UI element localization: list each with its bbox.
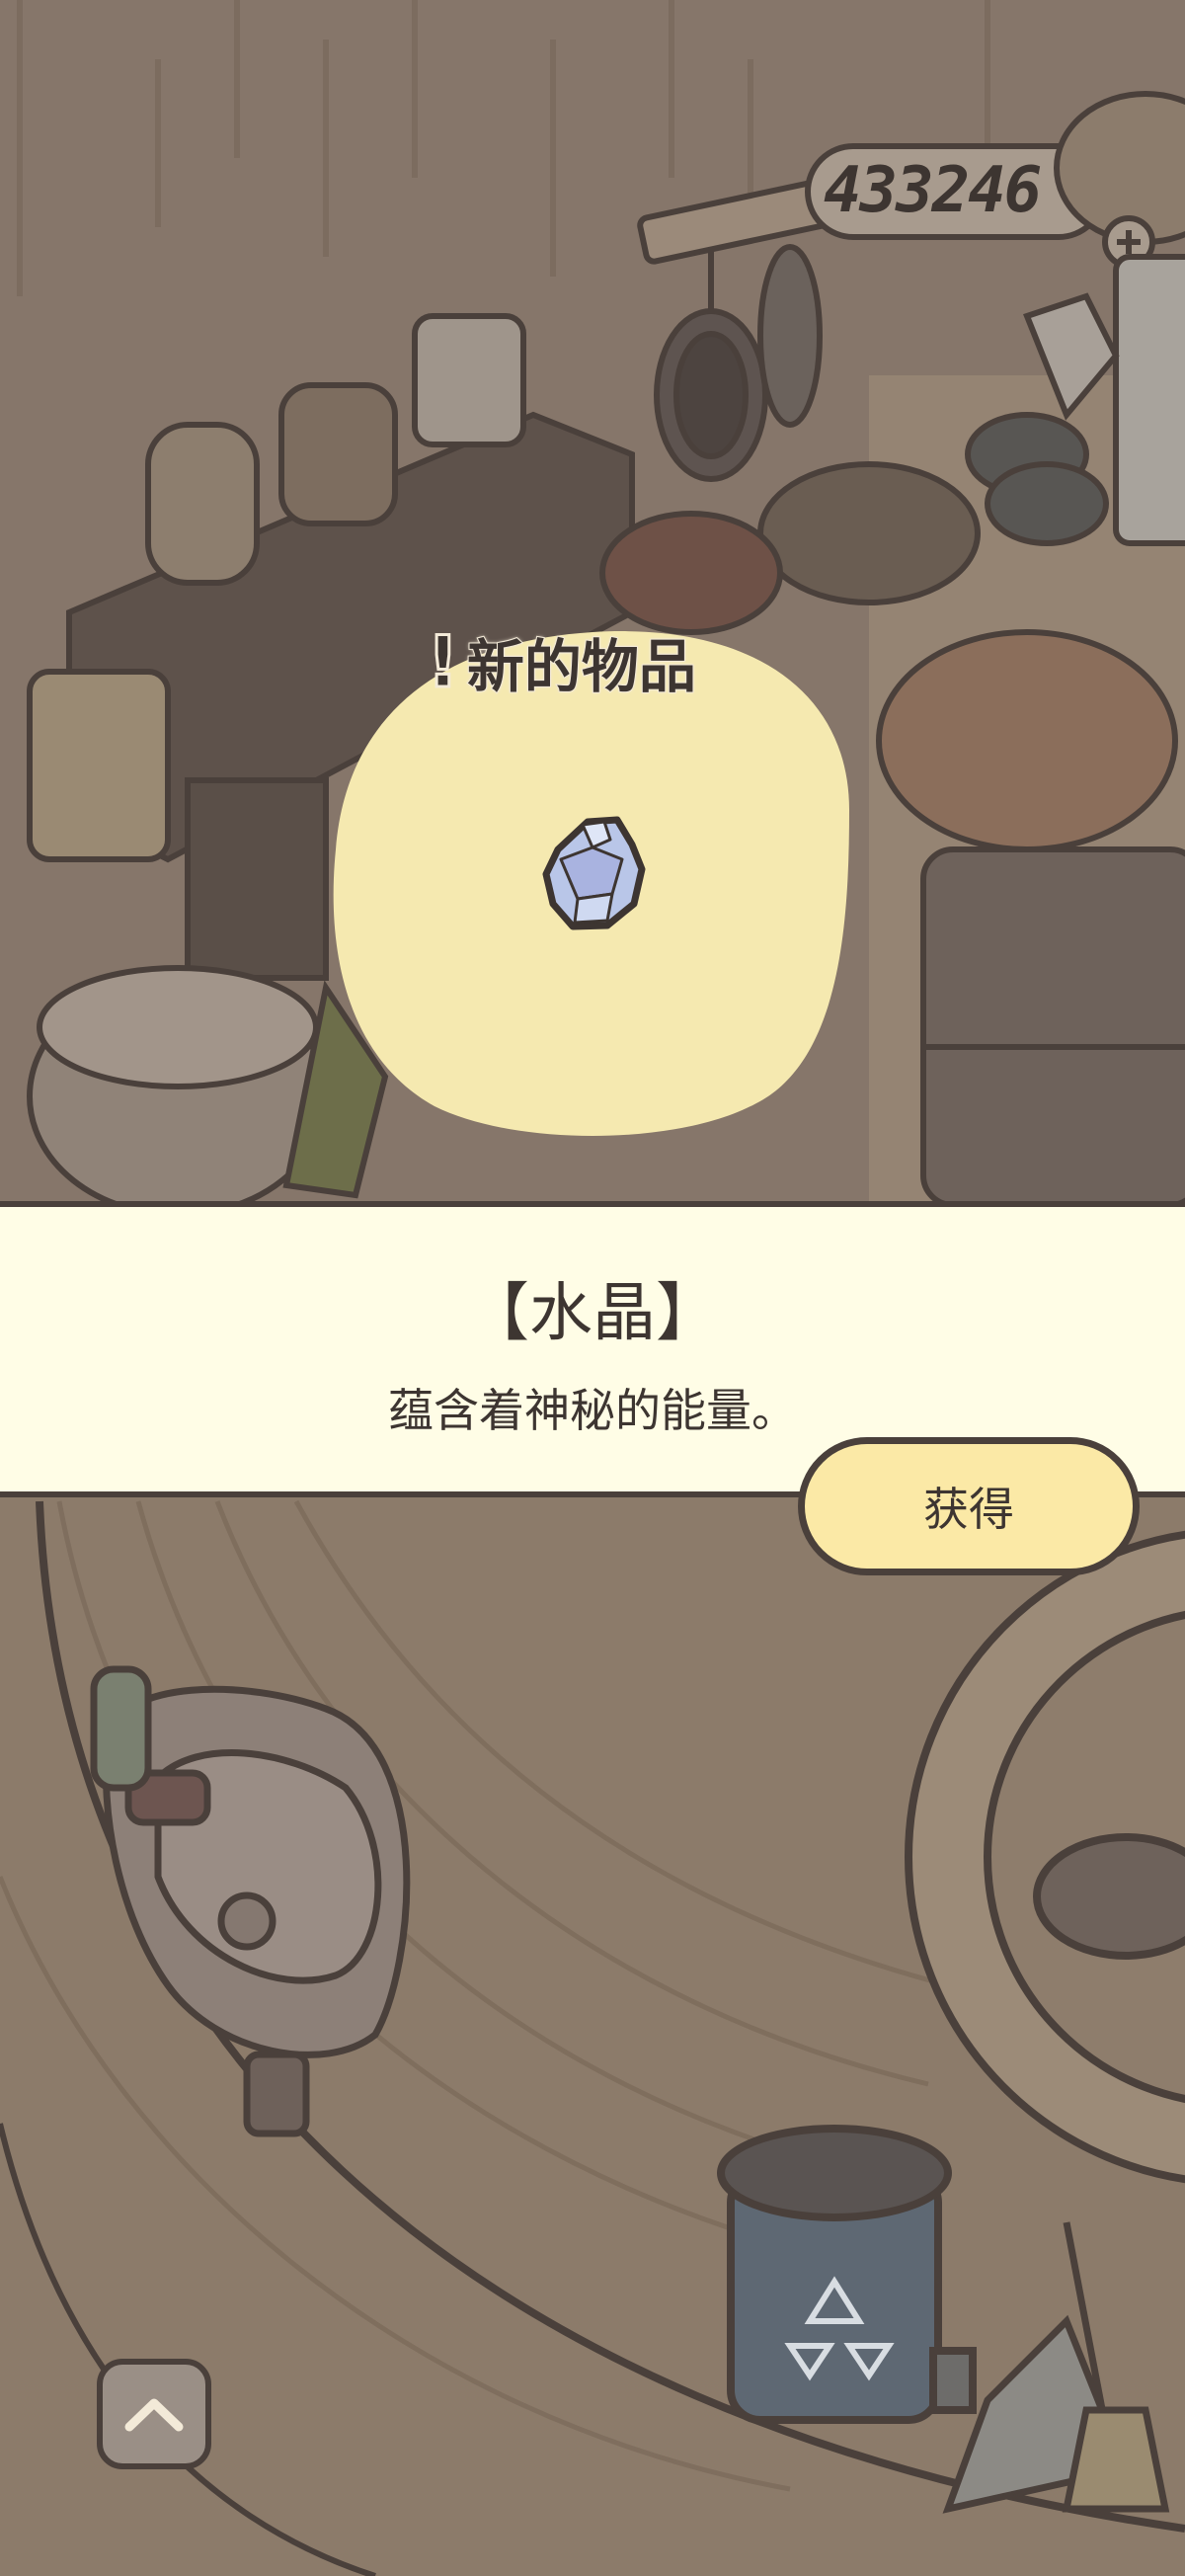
new-item-header: ! 新的物品 [426, 620, 697, 703]
item-name: 【水晶】 [466, 1277, 719, 1350]
new-item-title: 新的物品 [466, 632, 697, 701]
chevron-up-icon [124, 2398, 184, 2432]
obtain-button-label: 获得 [923, 1483, 1014, 1536]
coin-counter: 433246 [810, 146, 1096, 235]
obtain-button[interactable]: 获得 [798, 1437, 1140, 1575]
item-description: 蕴含着神秘的能量。 [388, 1384, 797, 1437]
exclamation-icon: ! [426, 620, 461, 703]
expand-menu-button[interactable] [97, 2359, 211, 2469]
coin-count-text: 433246 [824, 154, 1042, 227]
